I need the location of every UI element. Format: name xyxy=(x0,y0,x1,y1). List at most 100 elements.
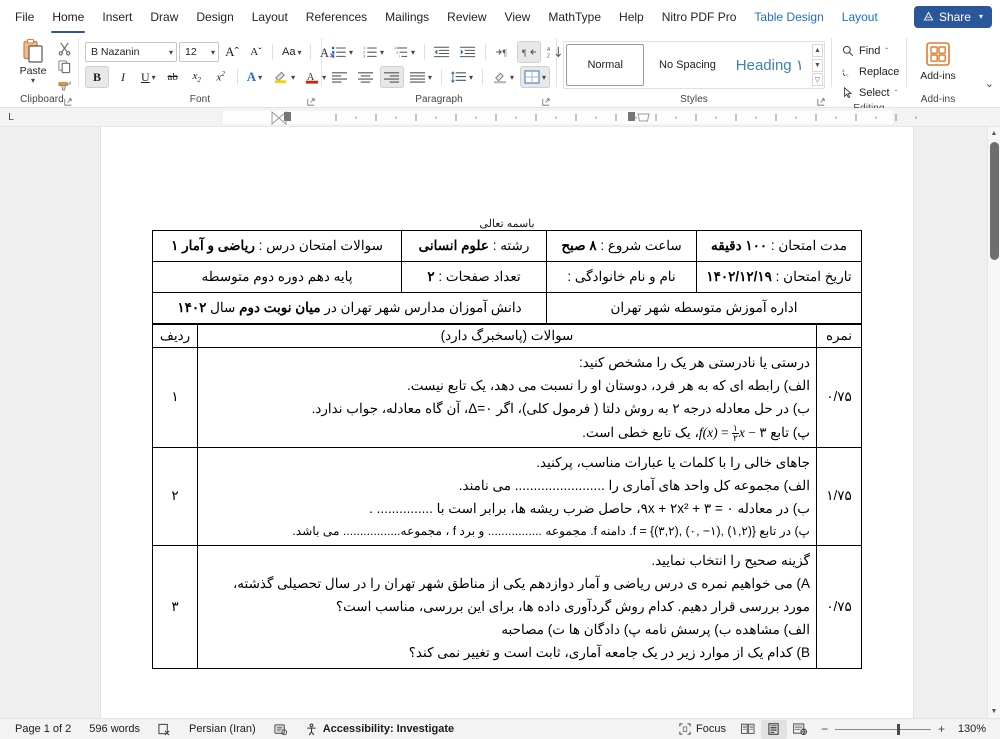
view-web-layout-button[interactable] xyxy=(787,720,813,739)
line-spacing-button[interactable]: ▾ xyxy=(447,66,477,88)
chevron-down-icon: ▾ xyxy=(542,72,547,82)
tab-home[interactable]: Home xyxy=(43,4,93,33)
scrollbar-thumb[interactable] xyxy=(990,142,999,260)
strikethrough-button[interactable]: ab xyxy=(162,66,184,88)
grow-font-button[interactable]: Aˆ xyxy=(221,41,243,63)
find-button[interactable]: Find ˇ xyxy=(838,41,903,61)
q1-math-line: پ) تابع f(x) = ۱۲x − ۳، یک تابع خطی است. xyxy=(204,421,810,444)
tab-design[interactable]: Design xyxy=(187,4,242,30)
bullets-button[interactable]: ▾ xyxy=(328,41,357,63)
shrink-font-button[interactable]: Aˇ xyxy=(245,41,267,63)
styles-scroll-down-button[interactable]: ▼ xyxy=(811,58,824,72)
zoom-in-button[interactable]: + xyxy=(938,722,945,736)
text-effects-button[interactable]: A ▾ xyxy=(243,66,266,88)
vertical-scrollbar[interactable]: ▲ ▼ xyxy=(987,127,1000,718)
right-to-left-button[interactable]: ¶ xyxy=(517,41,542,63)
format-painter-icon[interactable] xyxy=(57,77,72,92)
document-page[interactable]: باسمه تعالی مدت امتحان : ۱۰۰ دقیقه ساعت … xyxy=(101,127,913,718)
zoom-slider-track[interactable] xyxy=(834,723,931,735)
tab-mathtype[interactable]: MathType xyxy=(539,4,610,30)
style-no-spacing[interactable]: No Spacing xyxy=(648,44,726,86)
tab-layout[interactable]: Layout xyxy=(243,4,297,30)
style-heading-1[interactable]: Heading ۱ xyxy=(731,44,809,86)
scroll-down-arrow-icon[interactable]: ▼ xyxy=(988,705,1000,718)
paste-button[interactable]: Paste ▾ xyxy=(12,38,54,85)
addins-button[interactable]: Add-ins xyxy=(913,41,963,82)
tab-stop-selector[interactable]: L xyxy=(0,112,22,123)
justify-button[interactable]: ▾ xyxy=(406,66,436,88)
q3-option-c: پ) دادگان ها xyxy=(568,622,641,638)
q1-number: ۱ xyxy=(152,347,198,448)
zoom-slider-thumb[interactable] xyxy=(896,723,900,735)
cell-exam-date-value: ۱۴۰۲/۱۲/۱۹ xyxy=(706,269,772,284)
cell-field: رشته : علوم انسانی xyxy=(401,230,547,262)
tab-file[interactable]: File xyxy=(6,4,43,30)
underline-button[interactable]: U ▾ xyxy=(137,66,160,88)
numbering-button[interactable]: 123 ▾ xyxy=(359,41,388,63)
collapse-ribbon-button[interactable]: ⌄ xyxy=(985,77,994,90)
copy-icon[interactable] xyxy=(57,59,72,74)
replace-button[interactable]: ac Replace xyxy=(838,62,903,82)
tab-table-design[interactable]: Table Design xyxy=(745,4,832,30)
decrease-indent-button[interactable] xyxy=(430,41,454,63)
align-left-button[interactable] xyxy=(328,66,352,88)
select-button[interactable]: Select ˇ xyxy=(838,83,903,103)
shading-button[interactable]: ▾ xyxy=(488,66,518,88)
styles-more-button[interactable]: ▽ xyxy=(811,73,824,86)
clipboard-dialog-launcher-icon[interactable] xyxy=(64,98,72,106)
align-center-button[interactable] xyxy=(354,66,378,88)
svg-text:¶: ¶ xyxy=(522,49,527,59)
multilevel-list-button[interactable]: 1ai ▾ xyxy=(390,41,419,63)
tab-references[interactable]: References xyxy=(297,4,376,30)
left-to-right-button[interactable]: ¶ xyxy=(491,41,515,63)
font-size-combobox[interactable]: 12 ▾ xyxy=(179,42,219,62)
status-language[interactable]: Persian (Iran) xyxy=(180,720,265,739)
tab-help[interactable]: Help xyxy=(610,4,653,30)
horizontal-ruler[interactable] xyxy=(22,109,960,125)
paragraph-dialog-launcher-icon[interactable] xyxy=(542,98,550,106)
font-name-combobox[interactable]: B Nazanin ▾ xyxy=(85,42,177,62)
subscript-button[interactable]: x2 xyxy=(186,66,208,88)
view-read-mode-button[interactable] xyxy=(735,720,761,739)
tab-table-layout[interactable]: Layout xyxy=(833,4,887,30)
change-case-button[interactable]: Aa ▾ xyxy=(278,41,305,63)
styles-scroll-up-button[interactable]: ▲ xyxy=(811,44,824,57)
document-canvas[interactable]: باسمه تعالی مدت امتحان : ۱۰۰ دقیقه ساعت … xyxy=(0,127,1000,718)
bold-button[interactable]: B xyxy=(85,66,109,88)
zoom-control[interactable]: − + 130% xyxy=(813,722,994,736)
header-soal: سوالات (پاسخبرگ دارد) xyxy=(197,324,817,348)
divider xyxy=(441,69,443,85)
superscript-button[interactable]: x2 xyxy=(210,66,232,88)
status-proofing-errors[interactable] xyxy=(149,720,180,739)
tab-draw[interactable]: Draw xyxy=(141,4,187,30)
zoom-out-button[interactable]: − xyxy=(821,722,828,736)
borders-button[interactable]: ▾ xyxy=(520,66,551,88)
page-content: باسمه تعالی مدت امتحان : ۱۰۰ دقیقه ساعت … xyxy=(101,217,913,669)
highlight-button[interactable]: ▾ xyxy=(268,66,299,88)
status-accessibility[interactable]: Accessibility: Investigate xyxy=(296,720,463,739)
status-track-changes[interactable] xyxy=(265,720,296,739)
italic-button[interactable]: I xyxy=(111,66,135,88)
font-dialog-launcher-icon[interactable] xyxy=(307,98,315,106)
scissors-icon[interactable] xyxy=(57,41,72,56)
q1-line-2: ب) در حل معادله درجه ۲ به روش دلتا ( فرم… xyxy=(311,401,810,417)
share-button[interactable]: Share ▾ xyxy=(913,5,992,28)
status-word-count[interactable]: 596 words xyxy=(80,720,149,739)
align-right-button[interactable] xyxy=(380,66,404,88)
view-print-layout-button[interactable] xyxy=(760,719,787,739)
tab-mailings[interactable]: Mailings xyxy=(376,4,438,30)
styles-dialog-launcher-icon[interactable] xyxy=(817,98,825,106)
status-focus-button[interactable]: Focus xyxy=(670,720,735,739)
group-label-font: Font xyxy=(189,93,211,105)
tab-insert[interactable]: Insert xyxy=(93,4,141,30)
tab-review[interactable]: Review xyxy=(438,4,495,30)
tab-nitro-pdf-pro[interactable]: Nitro PDF Pro xyxy=(653,4,746,30)
increase-indent-button[interactable] xyxy=(456,41,480,63)
style-normal[interactable]: Normal xyxy=(566,44,645,86)
word-window: File Home Insert Draw Design Layout Refe… xyxy=(0,0,1000,739)
scroll-up-arrow-icon[interactable]: ▲ xyxy=(988,127,1000,140)
cell-exam-scope-post: سال xyxy=(206,300,240,315)
status-page-number[interactable]: Page 1 of 2 xyxy=(6,720,80,739)
zoom-level-label[interactable]: 130% xyxy=(952,723,986,735)
tab-view[interactable]: View xyxy=(496,4,540,30)
